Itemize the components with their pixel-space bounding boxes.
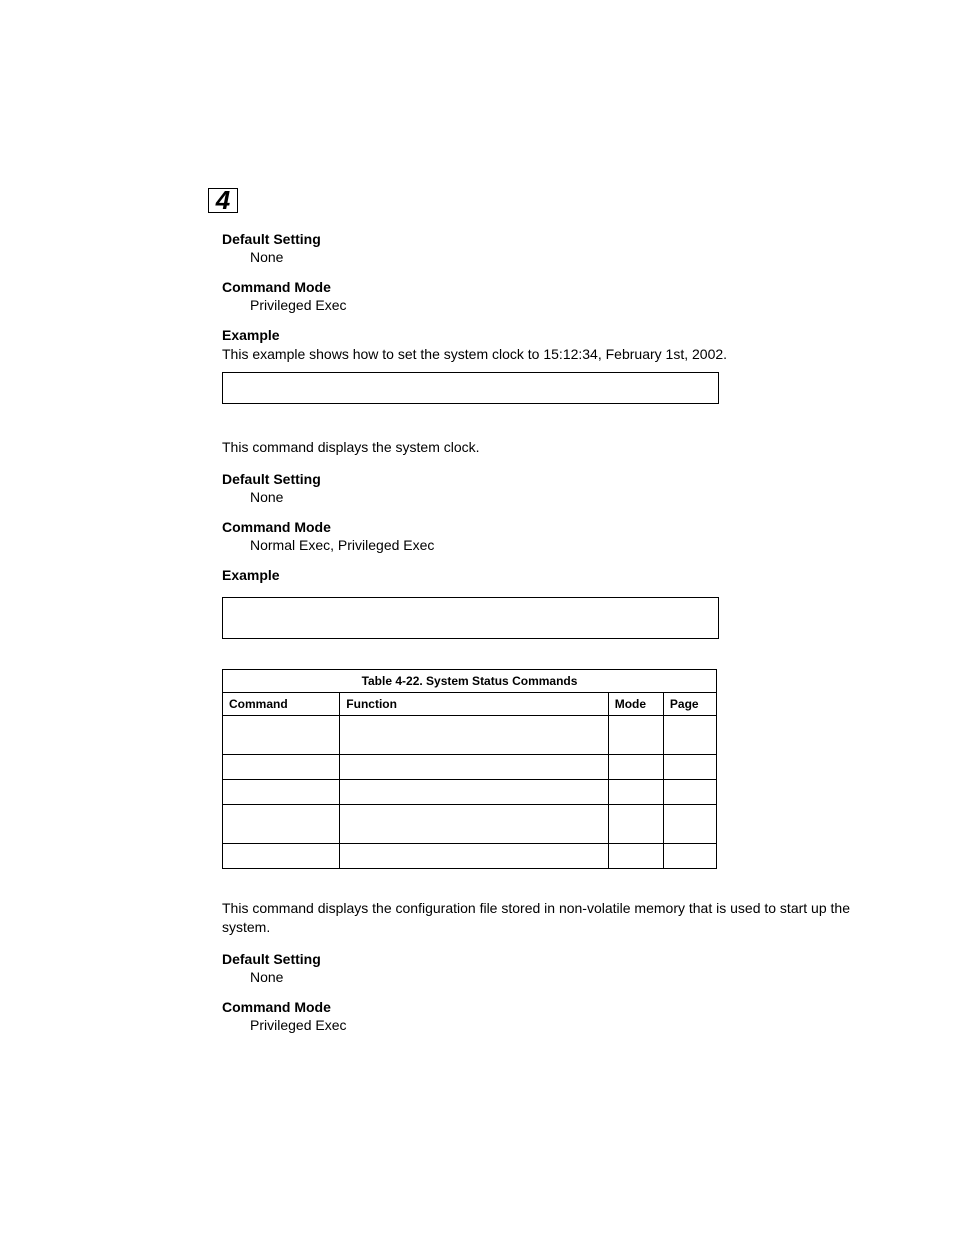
table-title-row: Table 4-22. System Status Commands <box>223 669 717 692</box>
table-cell-page <box>663 715 716 754</box>
table-row <box>223 754 717 779</box>
section2-intro: This command displays the system clock. <box>222 438 859 457</box>
table-cell-mode <box>608 843 663 868</box>
table-header-mode: Mode <box>608 692 663 715</box>
default-setting-value-2: None <box>222 489 859 505</box>
section3-intro: This command displays the configuration … <box>222 899 859 937</box>
table-cell-page <box>663 843 716 868</box>
chapter-marker: 4 <box>208 188 238 213</box>
command-mode-label-2: Command Mode <box>222 519 859 535</box>
table-header-command: Command <box>223 692 340 715</box>
table-cell-page <box>663 779 716 804</box>
table-cell-function <box>340 779 608 804</box>
default-setting-value-3: None <box>222 969 859 985</box>
table-cell-mode <box>608 779 663 804</box>
table-cell-command <box>223 779 340 804</box>
table-header-page: Page <box>663 692 716 715</box>
table-row <box>223 843 717 868</box>
table-cell-command <box>223 843 340 868</box>
table-cell-page <box>663 754 716 779</box>
table-cell-function <box>340 843 608 868</box>
table-header-row: Command Function Mode Page <box>223 692 717 715</box>
table-cell-mode <box>608 804 663 843</box>
chapter-number: 4 <box>208 188 238 213</box>
command-mode-label-3: Command Mode <box>222 999 859 1015</box>
table-cell-command <box>223 754 340 779</box>
table-cell-command <box>223 715 340 754</box>
table-cell-page <box>663 804 716 843</box>
table-title: Table 4-22. System Status Commands <box>223 669 717 692</box>
command-mode-value-2: Normal Exec, Privileged Exec <box>222 537 859 553</box>
table-cell-function <box>340 715 608 754</box>
table-row <box>223 779 717 804</box>
table-cell-command <box>223 804 340 843</box>
example-code-box-2 <box>222 597 719 639</box>
default-setting-label-3: Default Setting <box>222 951 859 967</box>
default-setting-value-1: None <box>222 249 859 265</box>
page-content: Default Setting None Command Mode Privil… <box>0 0 954 1097</box>
table-cell-mode <box>608 754 663 779</box>
table-row <box>223 804 717 843</box>
table-row <box>223 715 717 754</box>
system-status-commands-table: Table 4-22. System Status Commands Comma… <box>222 669 717 869</box>
command-mode-label-1: Command Mode <box>222 279 859 295</box>
table-cell-function <box>340 804 608 843</box>
table-cell-mode <box>608 715 663 754</box>
example-label-1: Example <box>222 327 859 343</box>
table-cell-function <box>340 754 608 779</box>
command-mode-value-3: Privileged Exec <box>222 1017 859 1033</box>
table-header-function: Function <box>340 692 608 715</box>
example-intro-1: This example shows how to set the system… <box>222 345 859 364</box>
command-mode-value-1: Privileged Exec <box>222 297 859 313</box>
default-setting-label-1: Default Setting <box>222 231 859 247</box>
example-code-box-1 <box>222 372 719 404</box>
default-setting-label-2: Default Setting <box>222 471 859 487</box>
example-label-2: Example <box>222 567 859 583</box>
